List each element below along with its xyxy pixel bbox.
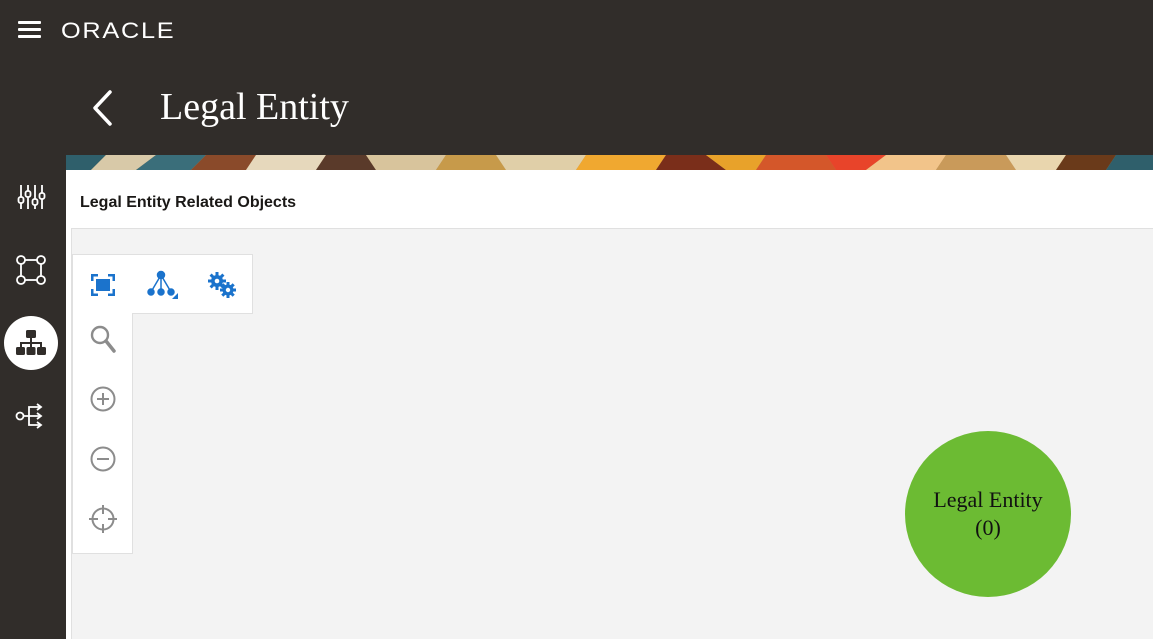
section-title: Legal Entity Related Objects bbox=[80, 194, 297, 211]
center-crosshair-icon[interactable] bbox=[83, 499, 123, 539]
node-label: Legal Entity bbox=[933, 487, 1043, 512]
search-icon[interactable] bbox=[83, 319, 123, 359]
hierarchy-icon[interactable] bbox=[4, 316, 58, 370]
menu-icon[interactable] bbox=[14, 18, 44, 42]
zoom-in-icon[interactable] bbox=[83, 379, 123, 419]
diagram-canvas[interactable]: Legal Entity (0) bbox=[71, 228, 1153, 639]
brand-logo[interactable]: ORACLE bbox=[61, 18, 175, 44]
header-banner bbox=[66, 155, 1153, 170]
back-icon[interactable] bbox=[86, 88, 122, 128]
layout-icon[interactable] bbox=[143, 265, 183, 305]
zoom-out-icon[interactable] bbox=[83, 439, 123, 479]
sliders-icon[interactable] bbox=[4, 170, 58, 224]
fit-to-screen-icon[interactable] bbox=[83, 265, 123, 305]
legal-entity-node[interactable]: Legal Entity (0) bbox=[905, 431, 1071, 597]
content-panel: Legal Entity Related Objects Legal Entit… bbox=[66, 170, 1153, 639]
app-window: ORACLE Legal Entity Legal Entity Related… bbox=[0, 0, 1153, 639]
node-count: (0) bbox=[975, 515, 1001, 540]
nodes-square-icon[interactable] bbox=[4, 243, 58, 297]
settings-gears-icon[interactable] bbox=[202, 265, 242, 305]
page-title: Legal Entity bbox=[160, 86, 349, 128]
diagram-toolbar bbox=[72, 254, 253, 314]
flow-branch-icon[interactable] bbox=[4, 389, 58, 443]
zoom-toolbar bbox=[72, 313, 133, 554]
